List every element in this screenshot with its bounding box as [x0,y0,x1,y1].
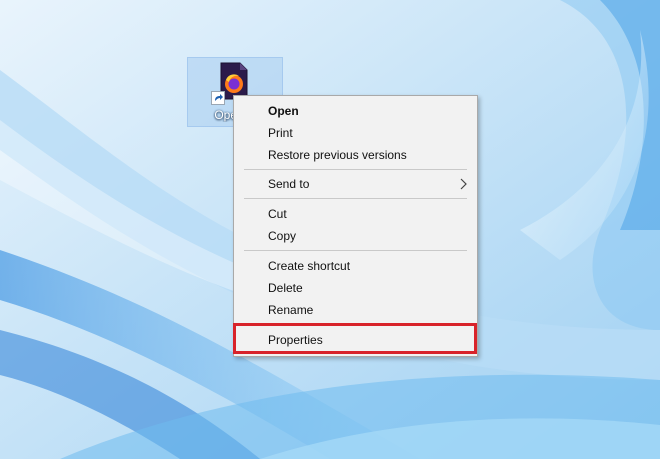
menu-item-send-to-label: Send to [268,177,310,191]
menu-item-cut[interactable]: Cut [234,203,477,225]
menu-item-copy[interactable]: Copy [234,225,477,247]
menu-separator [244,250,467,251]
properties-highlight-box [233,323,477,354]
menu-item-print[interactable]: Print [234,122,477,144]
menu-separator [244,198,467,199]
menu-item-send-to[interactable]: Send to [234,173,477,195]
menu-item-open[interactable]: Open [234,100,477,122]
menu-item-restore-previous-versions[interactable]: Restore previous versions [234,144,477,166]
menu-item-rename[interactable]: Rename [234,299,477,321]
chevron-right-icon [460,178,467,190]
shortcut-arrow-icon [211,91,225,105]
menu-item-delete[interactable]: Delete [234,277,477,299]
menu-separator [244,169,467,170]
menu-item-create-shortcut[interactable]: Create shortcut [234,255,477,277]
context-menu: Open Print Restore previous versions Sen… [233,95,478,357]
